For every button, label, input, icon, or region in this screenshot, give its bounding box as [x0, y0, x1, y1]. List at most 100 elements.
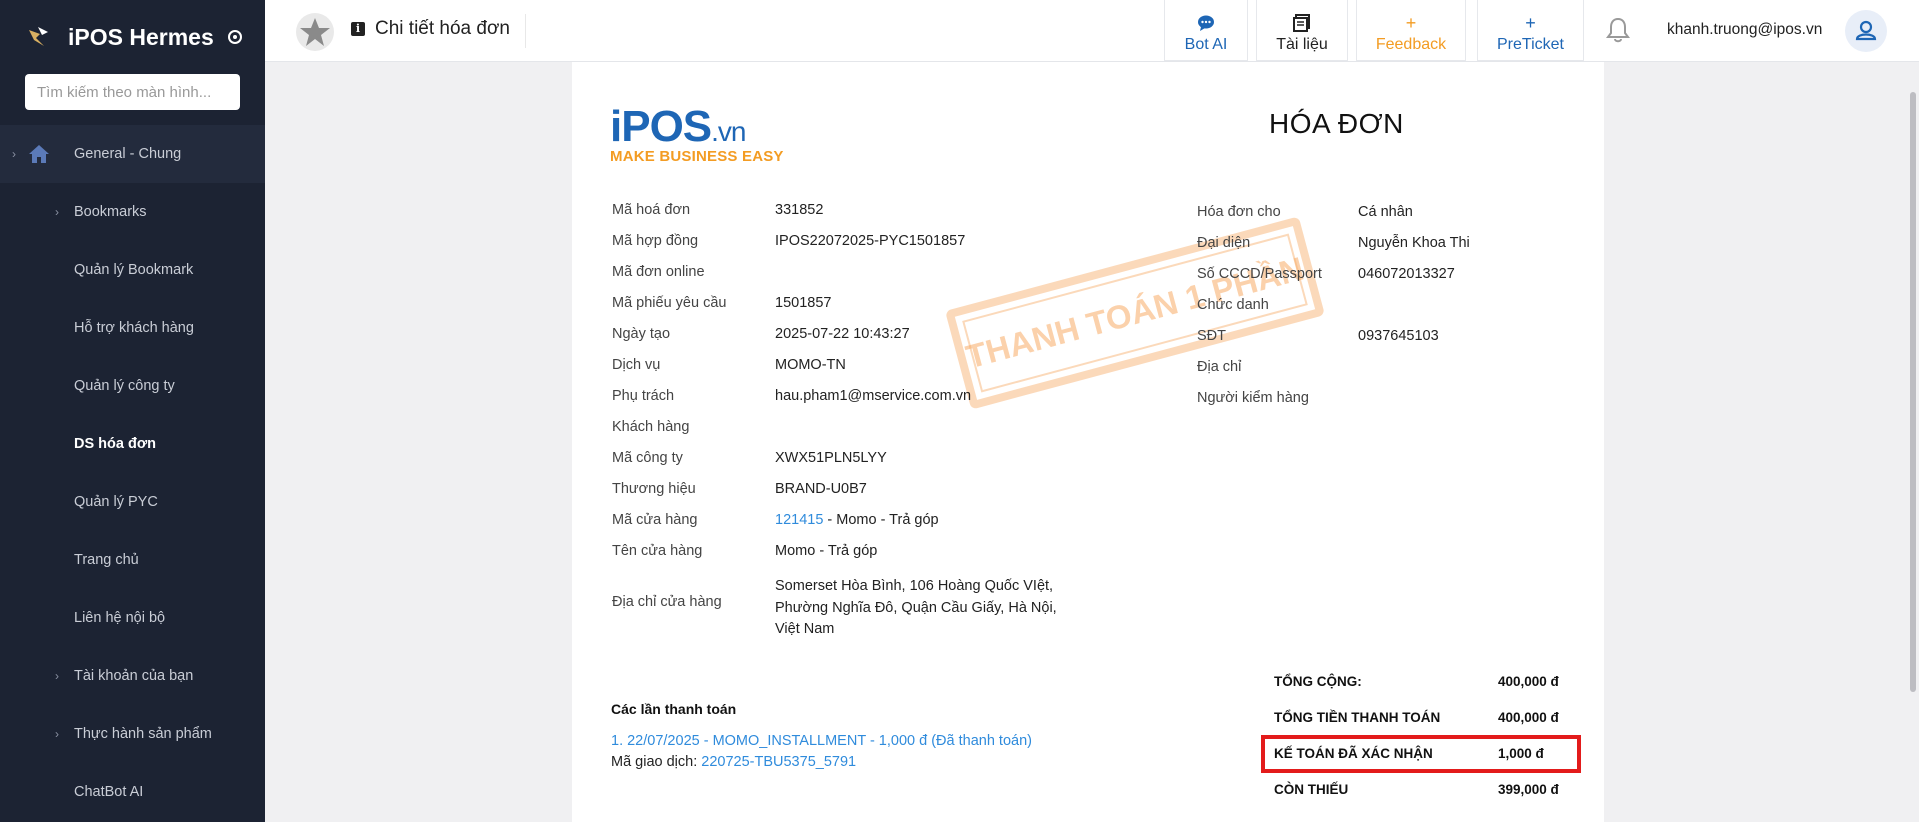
payments-title: Các lần thanh toán: [611, 701, 737, 717]
sidebar-item-label: Liên hệ nội bộ: [74, 610, 166, 626]
scrollbar-thumb[interactable]: [1910, 92, 1916, 692]
field-label: Dịch vụ: [612, 357, 661, 373]
sidebar-item-label: Hỗ trợ khách hàng: [74, 320, 194, 336]
payment-line-link[interactable]: 1. 22/07/2025 - MOMO_INSTALLMENT - 1,000…: [611, 733, 1032, 749]
info-icon: i: [351, 22, 365, 36]
field-label: Khách hàng: [612, 419, 690, 435]
bot-ai-button[interactable]: Bot AI: [1164, 0, 1248, 61]
field-label: Địa chỉ cửa hàng: [612, 594, 722, 610]
total-label: TỔNG CỘNG:: [1274, 674, 1362, 689]
total-label: TỔNG TIỀN THANH TOÁN: [1274, 710, 1441, 725]
documents-label: Tài liệu: [1276, 36, 1328, 53]
phone-link[interactable]: 0937645103: [1358, 328, 1439, 344]
store-id-link[interactable]: 121415: [775, 512, 823, 528]
sidebar-item-label: Quản lý PYC: [74, 494, 158, 510]
sidebar-item-label: Tài khoản của bạn: [74, 668, 194, 684]
sidebar-item-chatbot-ai[interactable]: ChatBot AI: [0, 763, 265, 821]
sidebar-item-internal-contact[interactable]: Liên hệ nội bộ: [0, 589, 265, 647]
plus-icon: +: [1405, 13, 1417, 33]
field-value: IPOS22072025-PYC1501857: [775, 233, 966, 249]
field-value: Somerset Hòa Bình, 106 Hoàng Quốc VIệt, …: [775, 578, 1057, 637]
total-value: 400,000 đ: [1498, 710, 1559, 725]
sidebar-item-customer-support[interactable]: Hỗ trợ khách hàng: [0, 299, 265, 357]
sidebar-item-invoice-list[interactable]: DS hóa đơn: [0, 415, 265, 473]
hermes-logo-icon: [29, 27, 48, 46]
sidebar-item-bookmarks[interactable]: › Bookmarks: [0, 183, 265, 241]
user-email: khanh.truong@ipos.vn: [1667, 21, 1823, 38]
chevron-right-icon: ›: [12, 147, 16, 161]
sidebar-item-label: Thực hành sản phẩm: [74, 726, 212, 742]
field-value: 046072013327: [1358, 266, 1455, 282]
sidebar-item-company-management[interactable]: Quản lý công ty: [0, 357, 265, 415]
top-bar: i Chi tiết hóa đơn Bot AI Tài liệu + Fee…: [265, 0, 1919, 62]
store-id-suffix: - Momo - Trả góp: [823, 512, 939, 528]
field-label: Địa chỉ: [1197, 359, 1242, 375]
chevron-right-icon: ›: [55, 727, 59, 741]
sidebar-item-bookmark-management[interactable]: Quản lý Bookmark: [0, 241, 265, 299]
logo-suffix-text: .vn: [711, 116, 746, 147]
total-value: 400,000 đ: [1498, 674, 1559, 689]
brand[interactable]: iPOS Hermes: [0, 0, 265, 74]
field-value: BRAND-U0B7: [775, 481, 867, 497]
chat-bubble-icon: [1165, 14, 1247, 32]
ipos-logo: iPOS.vn MAKE BUSINESS EASY: [610, 102, 784, 165]
transaction-code-link[interactable]: 220725-TBU5375_5791: [701, 754, 856, 770]
total-payment-row: TỔNG TIỀN THANH TOÁN 400,000 đ: [1274, 710, 1574, 725]
page-title: Chi tiết hóa đơn: [375, 18, 510, 39]
transaction-code: Mã giao dịch: 220725-TBU5375_5791: [611, 754, 856, 770]
sidebar-item-label: Quản lý công ty: [74, 378, 175, 394]
favorite-star-icon[interactable]: [295, 12, 335, 52]
invoice-heading: HÓA ĐƠN: [1269, 108, 1404, 139]
field-label: Tên cửa hàng: [612, 543, 703, 559]
payment-stamp: THANH TOÁN 1 PHẦN: [945, 216, 1325, 410]
target-icon[interactable]: [227, 30, 242, 44]
preticket-button[interactable]: + PreTicket: [1477, 0, 1584, 61]
sidebar-item-general[interactable]: › General - Chung: [0, 125, 265, 183]
sidebar-search-input[interactable]: [37, 83, 228, 101]
sidebar-item-pyc-management[interactable]: Quản lý PYC: [0, 473, 265, 531]
feedback-button[interactable]: + Feedback: [1356, 0, 1466, 61]
sidebar-item-label: ChatBot AI: [74, 784, 144, 800]
field-label: Phụ trách: [612, 388, 675, 404]
sidebar-item-label: Quản lý Bookmark: [74, 262, 194, 278]
field-label: Mã hoá đơn: [612, 202, 691, 218]
invoice-card: iPOS.vn MAKE BUSINESS EASY HÓA ĐƠN THANH…: [572, 62, 1604, 822]
sidebar: iPOS Hermes › General - Chung › Bookmark…: [0, 0, 265, 822]
logo-tagline: MAKE BUSINESS EASY: [610, 148, 784, 165]
field-label: Thương hiệu: [612, 481, 696, 497]
sidebar-item-product-practice[interactable]: › Thực hành sản phẩm: [0, 705, 265, 763]
company-id-link[interactable]: XWX51PLN5LYY: [775, 450, 887, 466]
field-label: Mã cửa hàng: [612, 512, 698, 528]
document-icon: [1257, 14, 1347, 32]
field-value: MOMO-TN: [775, 357, 846, 373]
logo-main-text: iPOS: [610, 102, 712, 151]
field-label: Đại diện: [1197, 235, 1251, 251]
sidebar-item-label: Bookmarks: [74, 204, 147, 220]
feedback-label: Feedback: [1375, 36, 1447, 53]
field-value: Cá nhân: [1358, 204, 1413, 220]
home-icon: [29, 145, 49, 163]
sidebar-item-your-account[interactable]: › Tài khoản của bạn: [0, 647, 265, 705]
total-label: CÒN THIẾU: [1274, 782, 1349, 797]
bell-icon[interactable]: [1605, 16, 1631, 44]
sidebar-item-label: Trang chủ: [74, 552, 139, 568]
sidebar-item-label: General - Chung: [74, 146, 182, 162]
app-name: iPOS Hermes: [68, 23, 214, 50]
field-label: SĐT: [1197, 328, 1226, 344]
request-id-link[interactable]: 1501857: [775, 295, 831, 311]
field-label: Hóa đơn cho: [1197, 204, 1281, 220]
divider: [525, 14, 526, 48]
user-icon: [1855, 20, 1877, 41]
plus-icon: +: [1525, 13, 1536, 33]
transaction-code-label: Mã giao dịch:: [611, 754, 698, 770]
remaining-row: CÒN THIẾU 399,000 đ: [1274, 782, 1574, 797]
field-value: Momo - Trả góp: [775, 543, 878, 559]
avatar[interactable]: [1845, 10, 1887, 52]
field-value: Nguyễn Khoa Thi: [1358, 235, 1470, 251]
documents-button[interactable]: Tài liệu: [1256, 0, 1348, 61]
sidebar-nav: › General - Chung › Bookmarks Quản lý Bo…: [0, 125, 265, 821]
total-row: TỔNG CỘNG: 400,000 đ: [1274, 674, 1574, 689]
page-scrollbar[interactable]: [1907, 62, 1919, 822]
sidebar-item-home[interactable]: Trang chủ: [0, 531, 265, 589]
chevron-right-icon: ›: [55, 205, 59, 219]
